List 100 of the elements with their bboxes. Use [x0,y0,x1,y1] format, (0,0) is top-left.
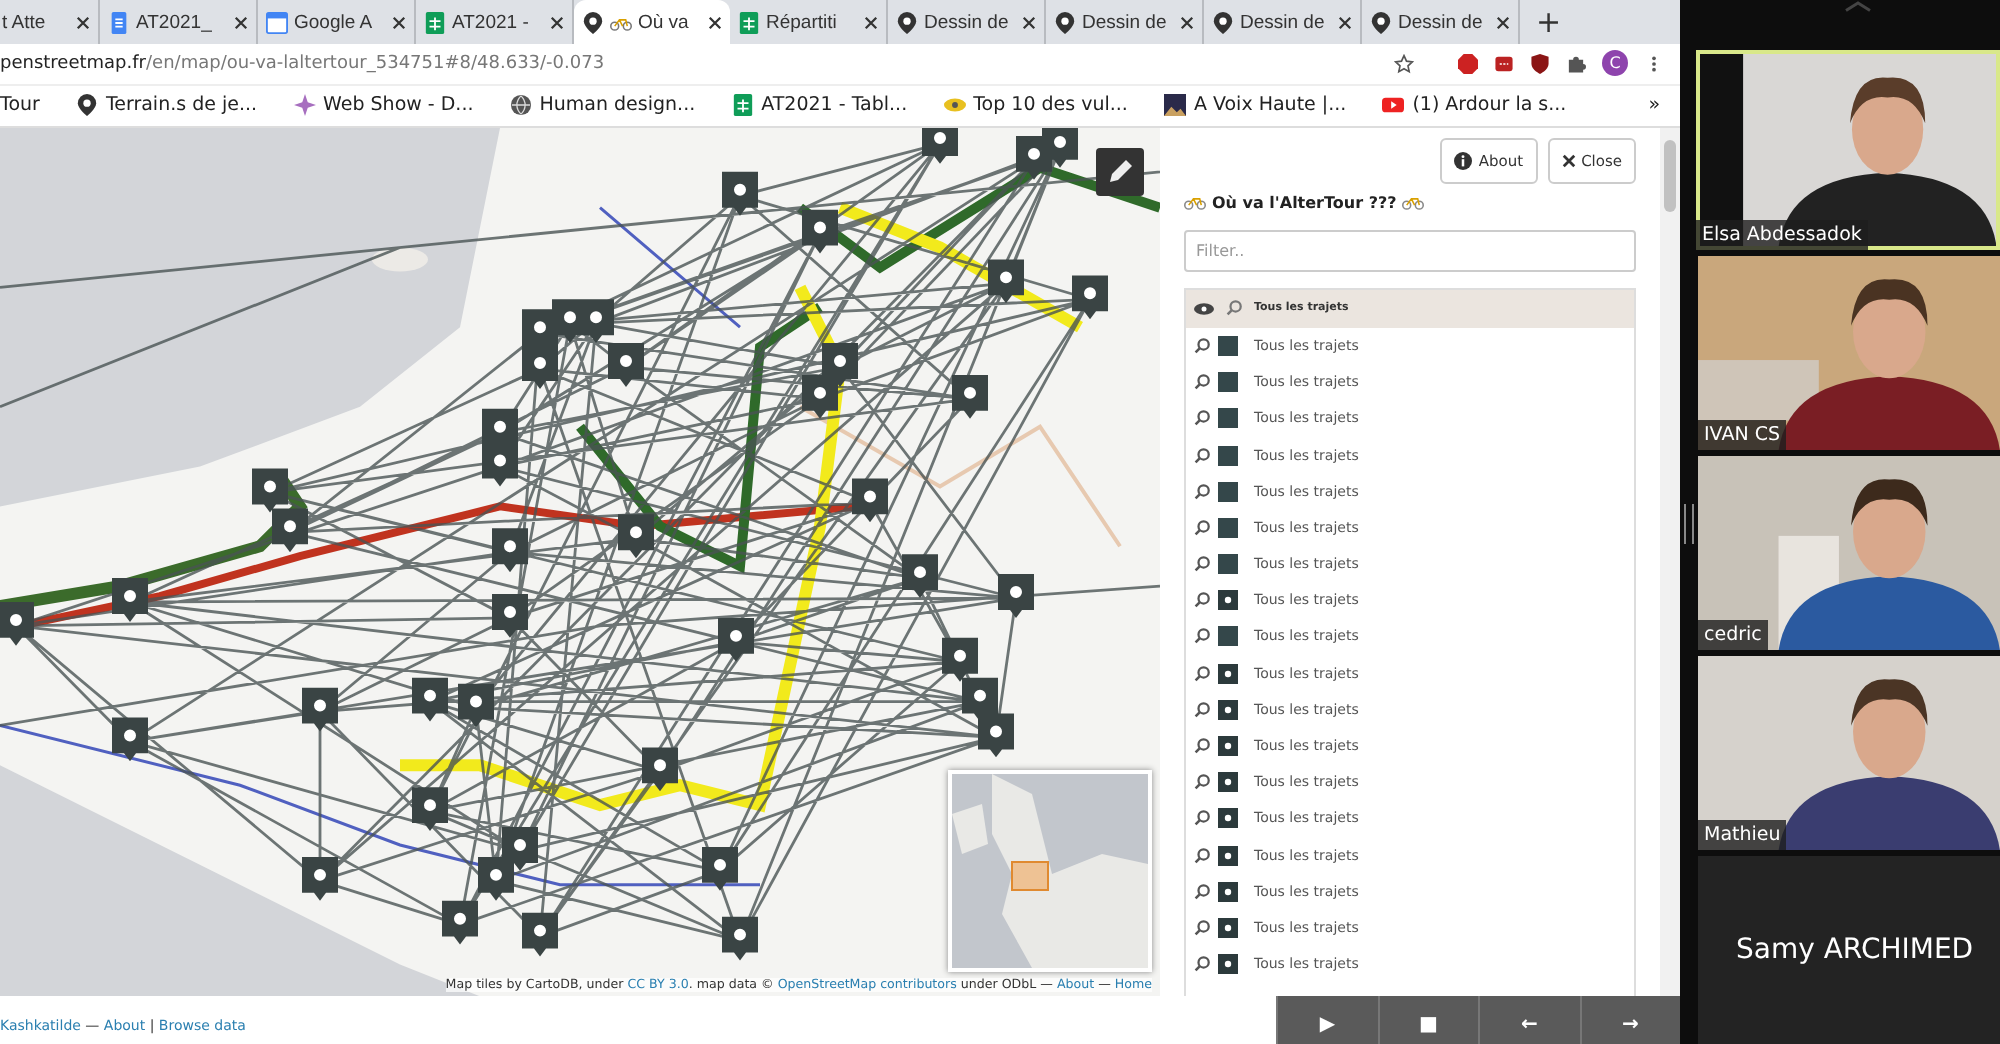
zoom-icon[interactable] [1194,665,1210,682]
zoom-icon[interactable] [1194,701,1210,718]
bicycle-icon [1184,194,1206,211]
more-bookmarks-button[interactable]: » [1648,94,1660,117]
close-icon[interactable] [1022,15,1036,29]
bookmark[interactable]: Tour [0,94,40,117]
square-icon [1218,481,1238,502]
info-icon [1454,151,1473,170]
close-icon[interactable] [550,15,564,29]
star-icon[interactable] [1394,53,1414,74]
close-icon[interactable] [76,15,90,29]
marker-icon [1218,663,1238,684]
stop-sign-icon[interactable] [1458,53,1478,74]
zoom-icon[interactable] [1194,628,1210,645]
square-icon [1218,408,1238,429]
square-icon [1218,335,1238,356]
square-icon [1218,626,1238,647]
filter-field[interactable]: Filter.. [1184,229,1636,272]
bookmark[interactable]: AT2021 - Tabl... [731,94,908,117]
play-icon [1382,94,1405,117]
resize-handle[interactable] [1684,504,1694,544]
zoom-icon[interactable] [1194,592,1210,609]
zoom-icon[interactable] [1194,483,1210,500]
image-icon [1163,94,1186,117]
participant-name: cedric [1698,620,1768,650]
marker-icon [1218,845,1238,866]
map-pin-icon [1212,11,1234,33]
marker-icon [1218,590,1238,611]
calendar-icon [266,11,288,33]
control-button[interactable]: ▶ [1276,996,1377,1044]
extension-icon[interactable] [1494,53,1514,74]
zoom-icon[interactable] [1194,810,1210,827]
address-bar[interactable]: penstreetmap.fr/en/map/ou-va-laltertour_534751#8/48.633/-0.073 [0,53,1378,74]
bookmark[interactable]: Web Show - D... [293,94,474,117]
marker-icon [1218,881,1238,902]
map-pin-icon [582,11,604,33]
scrollbar[interactable] [1660,127,1680,997]
marker-icon [1218,954,1238,975]
close-icon[interactable] [234,15,248,29]
bookmark[interactable]: A Voix Haute |... [1163,94,1347,117]
close-icon[interactable] [1496,15,1510,29]
puzzle-icon[interactable] [1566,53,1586,74]
spreadsheet-icon [424,11,446,33]
close-icon[interactable] [392,15,406,29]
browser-tab[interactable]: Dessin de [1204,0,1362,44]
zoom-icon[interactable] [1194,919,1210,936]
zoom-icon[interactable] [1194,519,1210,536]
square-icon [1218,517,1238,538]
zoom-icon[interactable] [1194,738,1210,754]
globe-icon [509,94,532,117]
bicycle-icon [1402,194,1425,211]
panel-title: Où va l'AlterTour ??? [1212,193,1397,212]
zoom-icon[interactable] [1194,374,1210,391]
browser-tab[interactable]: Répartiti [730,0,888,44]
document-icon [108,11,130,33]
eye-icon [943,94,966,117]
participant-name: IVAN CS [1698,420,1786,450]
zoom-icon[interactable] [1194,883,1210,900]
map-pin-icon [896,11,918,33]
square-icon [1218,372,1238,393]
close-icon[interactable] [1180,15,1194,29]
bookmark[interactable]: (1) Ardour la s... [1382,94,1567,117]
zoom-icon[interactable] [1194,956,1210,973]
zoom-icon[interactable] [1194,556,1210,573]
zoom-icon[interactable] [1194,774,1210,791]
close-icon [1561,153,1576,168]
browser-tab[interactable]: Google A [258,0,416,44]
close-icon[interactable] [708,15,722,29]
shield-icon[interactable] [1530,53,1550,74]
zoom-icon[interactable] [1194,847,1210,864]
control-button[interactable]: → [1579,996,1680,1044]
browser-tab[interactable]: Dessin de [1362,0,1520,44]
bookmark[interactable]: Terrain.s de je... [75,94,258,117]
zoom-icon[interactable] [1194,410,1210,427]
control-button[interactable]: ■ [1377,996,1478,1044]
browser-tab[interactable]: Où va [574,0,730,44]
browser-tab[interactable]: Dessin de [888,0,1046,44]
marker-icon [1218,808,1238,829]
participant-name: Mathieu [1698,820,1787,850]
map-pin-icon [75,94,98,117]
zoom-icon[interactable] [1194,447,1210,463]
new-tab-button[interactable]: + [1536,4,1562,40]
marker-icon [1218,772,1238,793]
marker-icon [1218,736,1238,756]
zoom-icon[interactable] [1194,337,1210,354]
bookmark[interactable]: Human design... [509,94,696,117]
map-pin-icon [1370,11,1392,33]
close-icon[interactable] [1338,15,1352,29]
bookmark[interactable]: Top 10 des vul... [943,94,1128,117]
close-icon[interactable] [864,15,878,29]
participant-name: Elsa Abdessadok [1696,220,1868,250]
participant-name: Samy ARCHIMED [1736,934,1974,966]
control-button[interactable]: ← [1478,996,1579,1044]
browser-tab[interactable]: Dessin de [1046,0,1204,44]
square-icon [1218,554,1238,575]
browser-tab[interactable]: AT2021_ [100,0,258,44]
profile-avatar[interactable]: C [1602,50,1628,77]
browser-tab[interactable]: t Atte [0,0,100,44]
zoom-icon[interactable] [1226,300,1242,317]
eye-icon[interactable] [1194,301,1214,316]
